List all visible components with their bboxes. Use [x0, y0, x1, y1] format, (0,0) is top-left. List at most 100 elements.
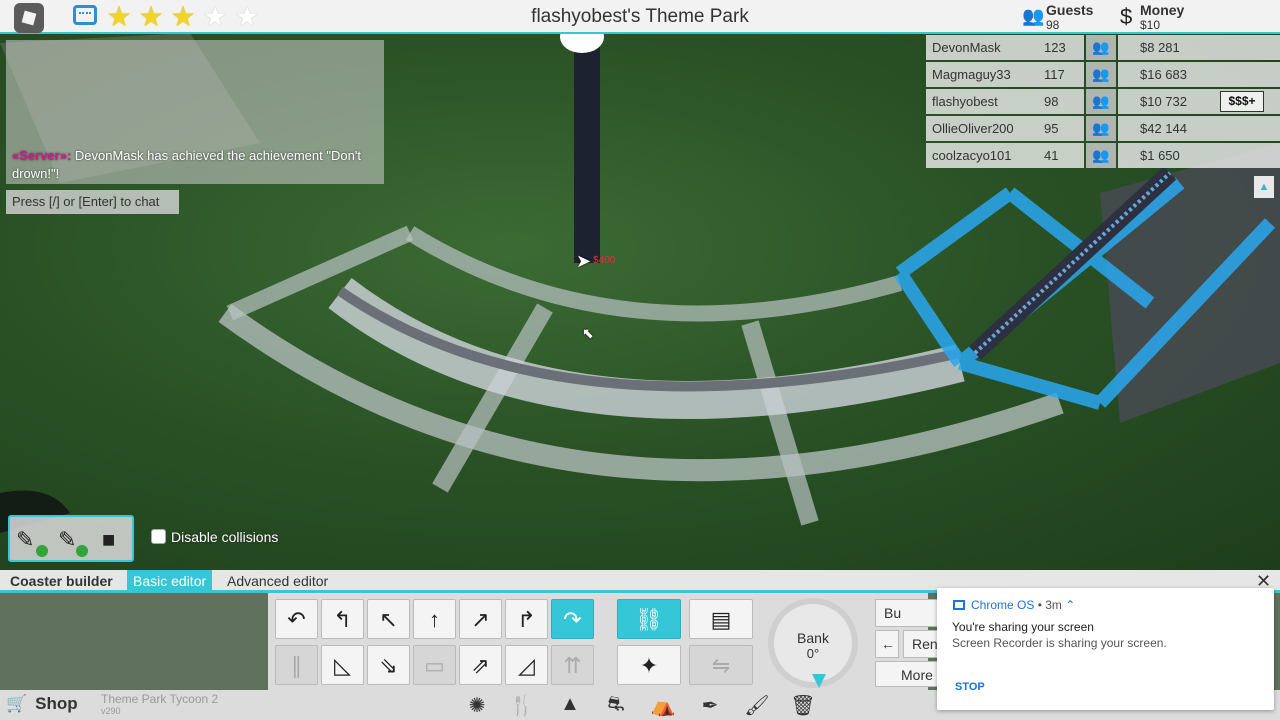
player-leaderboard: DevonMask 123 👥 $8 281 Magmaguy33 117 👥 …: [926, 35, 1280, 170]
back-arrow-button[interactable]: ←: [875, 630, 899, 658]
station-button[interactable]: ▤: [689, 599, 753, 639]
path-icon[interactable]: ⛐: [601, 693, 631, 717]
guests-icon: 👥: [1022, 6, 1045, 26]
player-money: $16 683: [1118, 62, 1280, 87]
chat-message: «Server»: DevonMask has achieved the ach…: [12, 147, 372, 183]
leaderboard-row[interactable]: OllieOliver200 95 👥 $42 144: [926, 116, 1280, 143]
dollar-icon: $: [1120, 4, 1133, 29]
leaderboard-row[interactable]: flashyobest 98 👥 $10 732 $$$+: [926, 89, 1280, 116]
stop-sharing-button[interactable]: STOP: [955, 681, 985, 693]
build-button[interactable]: Bu: [875, 599, 945, 627]
builder-tool-icon: ✎: [16, 527, 35, 552]
slope-up-button[interactable]: ⇗: [459, 645, 502, 685]
guests-icon: 👥: [1086, 62, 1116, 87]
disable-collisions-label: Disable collisions: [171, 529, 279, 545]
more-button[interactable]: More: [875, 661, 945, 687]
straight-button[interactable]: ↑: [413, 599, 456, 639]
turn-left-button[interactable]: ↰: [321, 599, 364, 639]
mouse-cursor-icon: ➤: [576, 251, 592, 271]
shop-button[interactable]: 🛒 Shop: [6, 694, 78, 714]
server-tag: «Server»:: [12, 148, 72, 163]
chat-input-hint[interactable]: Press [/] or [Enter] to chat: [6, 190, 179, 214]
curve-right-button[interactable]: ↗: [459, 599, 502, 639]
game-version: v290: [101, 706, 121, 716]
bank-pointer-icon: [812, 674, 826, 688]
player-guests: 117: [1044, 67, 1065, 82]
shop-label: Shop: [35, 694, 78, 713]
chevron-up-icon[interactable]: ⌃: [1065, 598, 1075, 612]
flat-button[interactable]: ▭: [413, 645, 456, 685]
checkbox[interactable]: [151, 529, 166, 544]
notification-app: Chrome OS: [971, 598, 1035, 612]
notification-time: • 3m: [1034, 598, 1062, 612]
chat-icon[interactable]: [73, 5, 97, 25]
tab-advanced-editor[interactable]: Advanced editor: [221, 570, 334, 592]
turn-right-button[interactable]: ↱: [505, 599, 548, 639]
player-money: $1 650: [1118, 143, 1280, 168]
ferris-wheel-icon[interactable]: ✺: [462, 693, 492, 717]
player-money: $42 144: [1118, 116, 1280, 141]
star-filled-icon: ★: [138, 1, 164, 32]
tree-icon[interactable]: ▲: [555, 693, 585, 717]
game-name: Theme Park Tycoon 2: [101, 692, 219, 706]
curve-left-button[interactable]: ↖: [367, 599, 410, 639]
tab-coaster-builder[interactable]: Coaster builder: [4, 570, 119, 592]
chain-lift-button[interactable]: ⛓: [617, 599, 681, 639]
top-bar: ★ ★ ★ ★ ★ flashyobest's Theme Park 👥 Gue…: [0, 0, 1280, 46]
guests-value: 98: [1046, 18, 1060, 32]
green-dot-icon: [76, 545, 88, 557]
guests-icon: 👥: [1086, 89, 1116, 114]
food-icon[interactable]: 🍴: [507, 693, 537, 717]
disable-collisions-toggle[interactable]: Disable collisions: [151, 529, 278, 545]
vertical-button[interactable]: ⇈: [551, 645, 594, 685]
build-tool-toggle[interactable]: ✎ ✎ ■: [8, 515, 134, 562]
leaderboard-row[interactable]: coolzacyo101 41 👥 $1 650: [926, 143, 1280, 170]
notification-source: Chrome OS • 3m ⌃: [953, 598, 1075, 612]
star-filled-icon: ★: [106, 1, 132, 32]
paint-dropper-icon[interactable]: ✒: [695, 693, 725, 717]
drop-button[interactable]: ◺: [321, 645, 364, 685]
notification-body: Screen Recorder is sharing your screen.: [952, 636, 1167, 650]
leaderboard-row[interactable]: Magmaguy33 117 👥 $16 683: [926, 62, 1280, 89]
trash-icon[interactable]: 🗑: [788, 693, 818, 717]
park-title: flashyobest's Theme Park: [531, 6, 749, 27]
tent-icon[interactable]: ⛺: [648, 693, 678, 717]
screen-share-notification: Chrome OS • 3m ⌃ You're sharing your scr…: [937, 588, 1274, 710]
scroll-up-button[interactable]: ▲: [1254, 176, 1274, 198]
player-guests: 95: [1044, 121, 1059, 136]
turn-left-sharp-button[interactable]: ↶: [275, 599, 318, 639]
builder-tool-icon: ✎: [58, 527, 77, 552]
steep-up-button[interactable]: ∥: [275, 645, 318, 685]
player-guests: 41: [1044, 148, 1059, 163]
pointer-cursor-icon: ⬉: [582, 325, 594, 341]
cart-icon: 🛒: [6, 694, 28, 713]
guests-label: Guests: [1046, 2, 1094, 18]
player-guests: 98: [1044, 94, 1059, 109]
camera-icon: ■: [102, 527, 116, 552]
slope-down-button[interactable]: ⇘: [367, 645, 410, 685]
player-money: $8 281: [1118, 35, 1280, 60]
brake-button[interactable]: ✦: [617, 645, 681, 685]
chat-window: «Server»: DevonMask has achieved the ach…: [6, 40, 384, 184]
bank-dial[interactable]: Bank 0°: [768, 598, 858, 688]
brush-icon[interactable]: 🖌: [742, 693, 772, 717]
star-empty-icon: ★: [202, 1, 228, 32]
screen-cast-icon: [953, 600, 965, 610]
notification-title: You're sharing your screen: [952, 620, 1094, 634]
steep-climb-button[interactable]: ◿: [505, 645, 548, 685]
price-tag: $400: [593, 255, 616, 266]
premium-badge[interactable]: $$$+: [1220, 91, 1264, 112]
turn-right-sharp-button[interactable]: ↷: [551, 599, 594, 639]
guests-icon: 👥: [1086, 143, 1116, 168]
green-dot-icon: [36, 545, 48, 557]
guests-icon: 👥: [1086, 35, 1116, 60]
star-empty-icon: ★: [234, 1, 260, 32]
park-rating: ★ ★ ★ ★ ★: [104, 2, 262, 32]
tab-basic-editor[interactable]: Basic editor: [127, 570, 213, 592]
star-filled-icon: ★: [170, 1, 196, 32]
booster-button[interactable]: ⇋: [689, 645, 753, 685]
money-label: Money: [1140, 2, 1185, 18]
roblox-menu-icon[interactable]: [14, 3, 44, 33]
guests-icon: 👥: [1086, 116, 1116, 141]
leaderboard-row[interactable]: DevonMask 123 👥 $8 281: [926, 35, 1280, 62]
